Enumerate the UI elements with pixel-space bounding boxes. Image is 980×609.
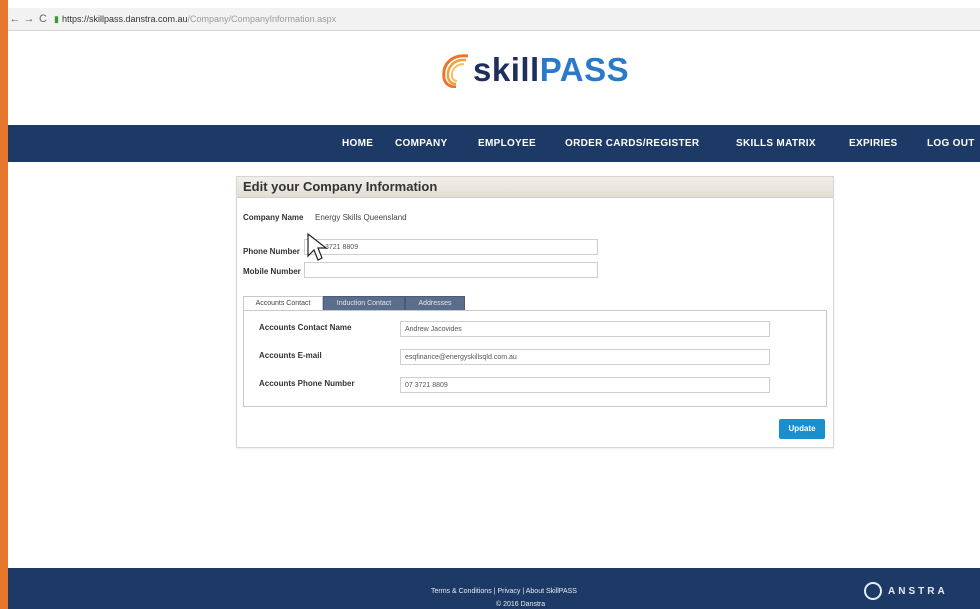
nav-skills-matrix[interactable]: SKILLS MATRIX	[736, 125, 816, 162]
update-button[interactable]: Update	[779, 419, 825, 439]
panel-title: Edit your Company Information	[237, 177, 833, 198]
accounts-phone-label: Accounts Phone Number	[259, 379, 355, 388]
main-nav: HOME COMPANY EMPLOYEE ORDER CARDS/REGIST…	[8, 125, 980, 162]
company-name-value: Energy Skills Queensland	[315, 213, 407, 222]
accounts-email-label: Accounts E-mail	[259, 351, 322, 360]
footer-separator: |	[522, 588, 525, 595]
logo-text-skill: skill	[473, 51, 540, 88]
nav-home[interactable]: HOME	[342, 125, 373, 162]
footer-privacy-link[interactable]: Privacy	[497, 588, 520, 595]
footer-about-link[interactable]: About SkillPASS	[526, 588, 577, 595]
footer-links: Terms & Conditions | Privacy | About Ski…	[431, 588, 577, 595]
footer-terms-link[interactable]: Terms & Conditions	[431, 588, 492, 595]
company-name-label: Company Name	[243, 213, 304, 222]
nav-company[interactable]: COMPANY	[395, 125, 447, 162]
browser-toolbar: ← → C ▮ https://skillpass.danstra.com.au…	[8, 8, 980, 31]
tab-accounts-contact[interactable]: Accounts Contact	[243, 296, 323, 311]
mobile-number-label: Mobile Number	[243, 267, 301, 276]
forward-icon[interactable]: →	[22, 13, 36, 25]
page-frame: ← → C ▮ https://skillpass.danstra.com.au…	[8, 0, 980, 609]
phone-number-input[interactable]: 3721 8809	[304, 239, 598, 255]
mouse-cursor-icon	[307, 232, 328, 261]
danstra-logo: ANSTRA	[864, 582, 948, 600]
lock-icon: ▮	[54, 13, 59, 24]
phone-number-label: Phone Number	[243, 247, 300, 256]
accounts-contact-name-label: Accounts Contact Name	[259, 323, 352, 332]
accounts-contact-name-input[interactable]: Andrew Jacovides	[400, 321, 770, 337]
url-path: /Company/CompanyInformation.aspx	[187, 14, 337, 24]
nav-log-out[interactable]: LOG OUT	[927, 125, 975, 162]
accounts-contact-pane: Accounts Contact Name Andrew Jacovides A…	[243, 310, 827, 407]
accounts-email-input[interactable]: esqfinance@energyskillsqld.com.au	[400, 349, 770, 365]
logo-text-pass: PASS	[539, 51, 630, 88]
footer-copyright: © 2016 Danstra	[496, 601, 546, 608]
address-bar[interactable]: https://skillpass.danstra.com.au/Company…	[62, 14, 336, 24]
reload-icon[interactable]: C	[36, 13, 50, 25]
site-footer: Terms & Conditions | Privacy | About Ski…	[8, 568, 980, 609]
nav-employee[interactable]: EMPLOYEE	[478, 125, 536, 162]
danstra-wordmark: ANSTRA	[888, 585, 948, 597]
skillpass-logo[interactable]: skillPASS	[438, 48, 629, 92]
url-host: https://skillpass.danstra.com.au	[61, 14, 188, 24]
footer-separator: |	[493, 588, 496, 595]
danstra-d-icon	[864, 582, 882, 600]
nav-expiries[interactable]: EXPIRIES	[849, 125, 898, 162]
nav-order-cards-register[interactable]: ORDER CARDS/REGISTER	[565, 125, 699, 162]
logo-swoosh-icon	[442, 54, 469, 88]
company-info-panel: Edit your Company Information Company Na…	[236, 176, 834, 448]
accounts-phone-input[interactable]: 07 3721 8809	[400, 377, 770, 393]
back-icon[interactable]: ←	[8, 13, 22, 25]
mobile-number-input[interactable]	[304, 262, 598, 278]
